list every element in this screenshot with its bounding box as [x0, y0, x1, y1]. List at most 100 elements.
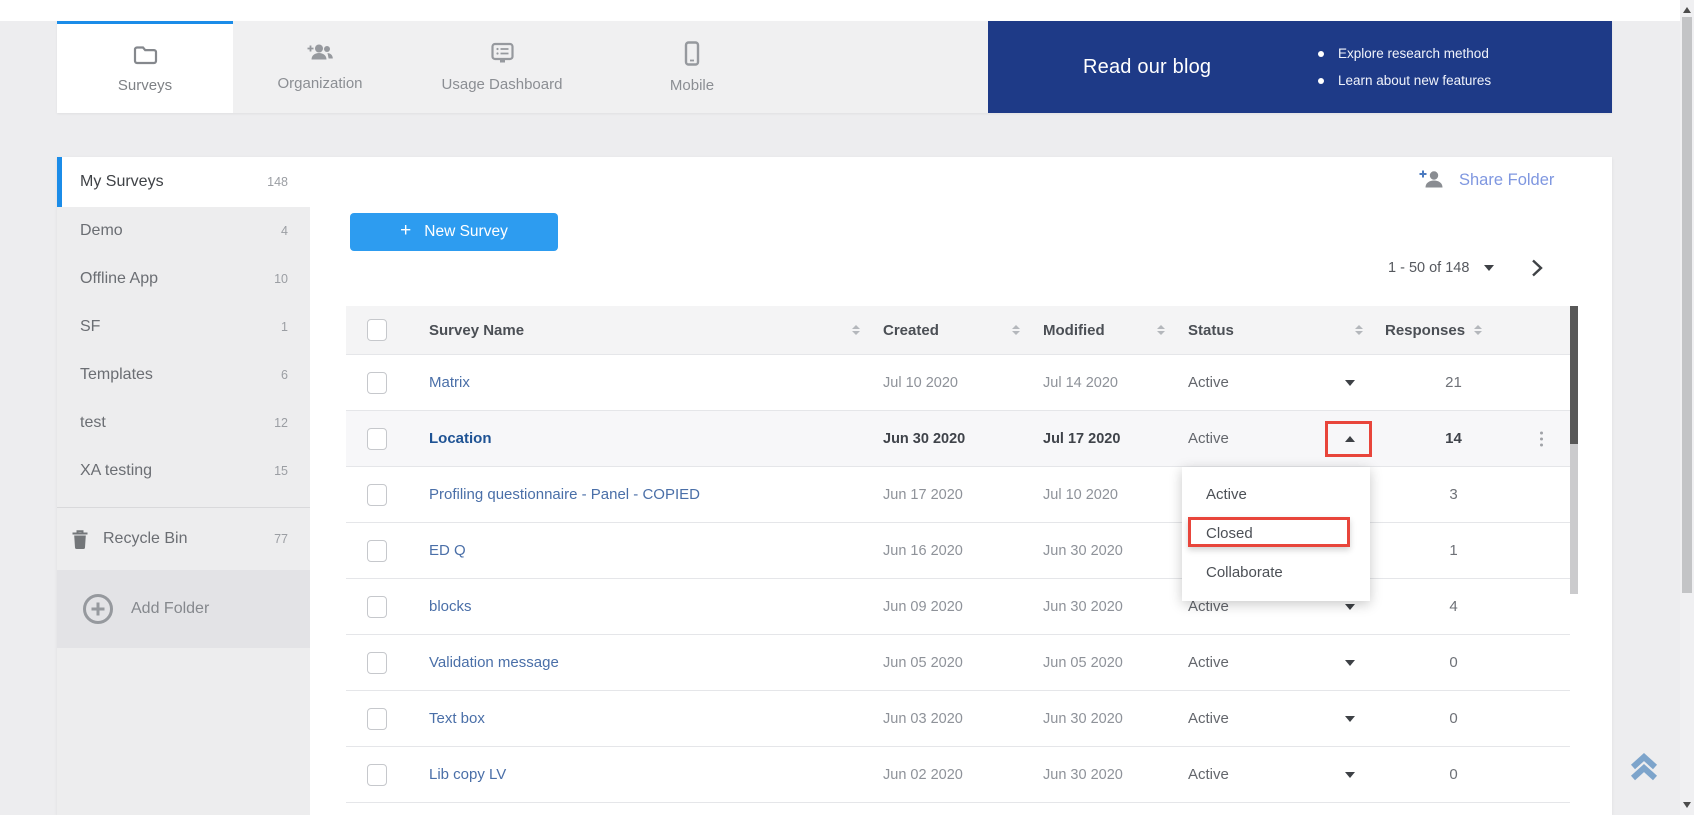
tab-usage-dashboard[interactable]: Usage Dashboard [407, 21, 597, 113]
status-caret-icon[interactable] [1345, 380, 1355, 386]
cell-responses: 1 [1371, 542, 1570, 559]
survey-table: Survey Name Created Modified Status Resp… [346, 306, 1570, 803]
tab-surveys[interactable]: Surveys [57, 21, 233, 113]
cell-status: Active [1188, 766, 1229, 783]
cell-responses: 0 [1371, 766, 1570, 783]
sort-icon[interactable] [852, 325, 860, 335]
folder-label: Templates [80, 366, 153, 384]
blog-banner[interactable]: Read our blog Explore research method Le… [988, 21, 1612, 113]
header-responses[interactable]: Responses [1371, 306, 1570, 354]
dropdown-option[interactable]: Active [1182, 475, 1370, 514]
scrollbar-up-arrow-icon[interactable] [1683, 7, 1691, 13]
table-scrollbar-thumb[interactable] [1570, 306, 1578, 444]
sidebar-folder-item[interactable]: SF 1 [57, 303, 310, 351]
header-status[interactable]: Status [1173, 306, 1371, 354]
new-survey-button[interactable]: + New Survey [350, 213, 558, 251]
table-row: blocks Jun 09 2020 Jun 30 2020 Active 4 [346, 579, 1570, 635]
header-survey-name[interactable]: Survey Name [408, 306, 868, 354]
sidebar-folder-item[interactable]: My Surveys 148 [57, 157, 310, 207]
sidebar-folder-list: My Surveys 148 Demo 4 Offline App 10 SF … [57, 157, 310, 495]
content-card: My Surveys 148 Demo 4 Offline App 10 SF … [57, 157, 1612, 815]
people-add-icon [305, 42, 335, 64]
pagination-caret-icon[interactable] [1484, 265, 1494, 271]
sidebar-folder-item[interactable]: Templates 6 [57, 351, 310, 399]
table-row: Text box Jun 03 2020 Jun 30 2020 Active … [346, 691, 1570, 747]
sort-icon[interactable] [1012, 325, 1020, 335]
scroll-to-top-button[interactable] [1625, 748, 1663, 789]
next-page-button[interactable] [1530, 258, 1543, 278]
header-created[interactable]: Created [868, 306, 1028, 354]
sidebar-folder-item[interactable]: Demo 4 [57, 207, 310, 255]
status-cell: Active [1173, 747, 1371, 802]
table-scrollbar[interactable] [1570, 306, 1578, 594]
annotation-box-status-caret [1325, 421, 1372, 457]
folder-label: test [80, 414, 106, 432]
banner-bullet: Explore research method [1318, 40, 1491, 67]
page-scrollbar[interactable] [1680, 0, 1694, 815]
tab-organization[interactable]: Organization [233, 21, 407, 113]
status-caret-icon[interactable] [1345, 716, 1355, 722]
folder-sidebar: My Surveys 148 Demo 4 Offline App 10 SF … [57, 157, 310, 815]
cell-name[interactable]: ED Q [408, 542, 868, 559]
header-modified[interactable]: Modified [1028, 306, 1173, 354]
cell-modified: Jul 10 2020 [1028, 487, 1173, 503]
folder-count: 4 [281, 224, 288, 238]
sort-icon[interactable] [1355, 325, 1363, 335]
cell-created: Jun 16 2020 [868, 543, 1028, 559]
sidebar-folder-item[interactable]: test 12 [57, 399, 310, 447]
tab-mobile[interactable]: Mobile [597, 21, 787, 113]
status-cell: Active [1173, 635, 1371, 690]
table-row: Profiling questionnaire - Panel - COPIED… [346, 467, 1570, 523]
status-caret-icon[interactable] [1345, 604, 1355, 610]
cell-name[interactable]: Validation message [408, 654, 868, 671]
header-label: Modified [1043, 322, 1105, 339]
cell-name[interactable]: blocks [408, 598, 868, 615]
pagination-range[interactable]: 1 - 50 of 148 [1388, 260, 1469, 276]
sort-icon[interactable] [1157, 325, 1165, 335]
row-checkbox[interactable] [367, 372, 387, 394]
trash-icon [71, 529, 89, 549]
cell-responses: 0 [1371, 654, 1570, 671]
row-checkbox[interactable] [367, 540, 387, 562]
page-scrollbar-thumb[interactable] [1682, 17, 1692, 593]
dropdown-option[interactable]: Collaborate [1182, 553, 1370, 592]
folder-count: 12 [274, 416, 288, 430]
table-row: Lib copy LV Jun 02 2020 Jun 30 2020 Acti… [346, 747, 1570, 803]
share-folder-button[interactable]: Share Folder [1418, 169, 1554, 191]
page-top-strip [0, 0, 1680, 21]
banner-title: Read our blog [1083, 56, 1211, 79]
share-folder-label: Share Folder [1459, 171, 1554, 190]
row-checkbox[interactable] [367, 428, 387, 450]
sidebar-item-recycle-bin[interactable]: Recycle Bin 77 [57, 508, 310, 570]
table-row: ED Q Jun 16 2020 Jun 30 2020 1 [346, 523, 1570, 579]
select-all-checkbox[interactable] [367, 319, 387, 341]
sidebar-folder-item[interactable]: Offline App 10 [57, 255, 310, 303]
row-checkbox[interactable] [367, 484, 387, 506]
survey-table-body: Matrix Jul 10 2020 Jul 14 2020 Active 21… [346, 355, 1570, 803]
tab-label: Mobile [670, 77, 714, 94]
cell-name[interactable]: Location [408, 430, 868, 447]
recycle-bin-count: 77 [274, 532, 288, 546]
cell-name[interactable]: Matrix [408, 374, 868, 391]
status-caret-icon[interactable] [1345, 772, 1355, 778]
row-checkbox[interactable] [367, 708, 387, 730]
chevron-right-icon [1530, 258, 1543, 278]
sidebar-folder-item[interactable]: XA testing 15 [57, 447, 310, 495]
add-folder-button[interactable]: Add Folder [57, 570, 310, 648]
status-caret-icon[interactable] [1345, 660, 1355, 666]
cell-name[interactable]: Profiling questionnaire - Panel - COPIED [408, 486, 868, 503]
row-checkbox[interactable] [367, 764, 387, 786]
tab-label: Surveys [118, 77, 172, 94]
pagination: 1 - 50 of 148 [1388, 258, 1543, 278]
table-row: Matrix Jul 10 2020 Jul 14 2020 Active 21 [346, 355, 1570, 411]
sort-icon[interactable] [1474, 325, 1482, 335]
row-checkbox[interactable] [367, 652, 387, 674]
scrollbar-down-arrow-icon[interactable] [1683, 802, 1691, 808]
row-checkbox[interactable] [367, 596, 387, 618]
row-menu-icon[interactable] [1540, 431, 1543, 446]
cell-name[interactable]: Lib copy LV [408, 766, 868, 783]
table-row: Validation message Jun 05 2020 Jun 05 20… [346, 635, 1570, 691]
cell-responses: 4 [1371, 598, 1570, 615]
cell-created: Jun 02 2020 [868, 767, 1028, 783]
cell-name[interactable]: Text box [408, 710, 868, 727]
